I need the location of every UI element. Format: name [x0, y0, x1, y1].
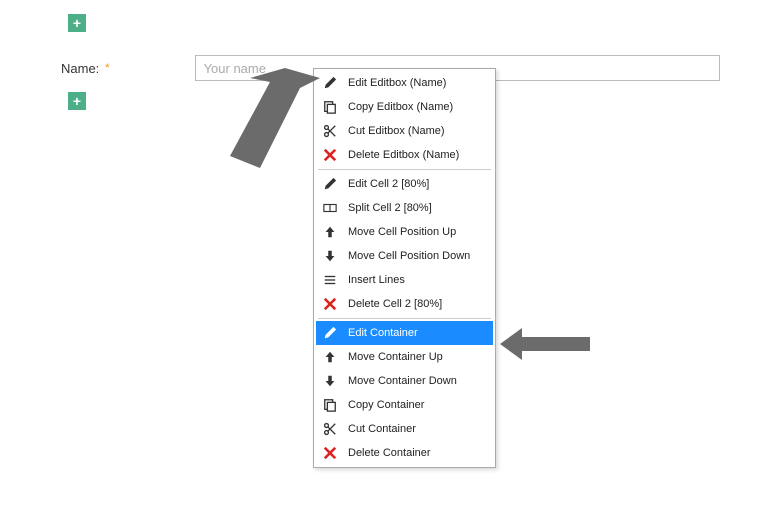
scissors-icon — [322, 421, 338, 437]
arrow-up-icon — [322, 224, 338, 240]
menu-item-label: Move Cell Position Down — [348, 250, 470, 262]
menu-item[interactable]: Edit Cell 2 [80%] — [316, 172, 493, 196]
menu-item-label: Split Cell 2 [80%] — [348, 202, 432, 214]
menu-item[interactable]: Move Cell Position Up — [316, 220, 493, 244]
name-label: Name: — [61, 61, 103, 76]
menu-item-label: Move Cell Position Up — [348, 226, 456, 238]
arrow-down-icon — [322, 248, 338, 264]
menu-item-label: Edit Editbox (Name) — [348, 77, 446, 89]
menu-item-label: Copy Container — [348, 399, 424, 411]
add-button[interactable]: + — [68, 92, 86, 110]
menu-item[interactable]: Delete Editbox (Name) — [316, 143, 493, 167]
copy-icon — [322, 397, 338, 413]
menu-item[interactable]: Edit Editbox (Name) — [316, 71, 493, 95]
delete-icon — [322, 147, 338, 163]
menu-item[interactable]: Move Container Down — [316, 369, 493, 393]
menu-item[interactable]: Insert Lines — [316, 268, 493, 292]
split-icon — [322, 200, 338, 216]
required-indicator: * — [105, 62, 109, 74]
menu-item-label: Move Container Up — [348, 351, 443, 363]
annotation-arrow-icon — [210, 68, 320, 168]
menu-separator — [318, 318, 491, 319]
context-menu: Edit Editbox (Name) Copy Editbox (Name) Cu… — [313, 68, 496, 468]
pencil-icon — [322, 176, 338, 192]
menu-item-label: Delete Container — [348, 447, 431, 459]
menu-item-label: Cut Container — [348, 423, 416, 435]
menu-item[interactable]: Copy Container — [316, 393, 493, 417]
menu-item-label: Edit Cell 2 [80%] — [348, 178, 429, 190]
menu-item-label: Cut Editbox (Name) — [348, 125, 445, 137]
menu-item-label: Delete Editbox (Name) — [348, 149, 459, 161]
menu-item-label: Delete Cell 2 [80%] — [348, 298, 442, 310]
menu-item[interactable]: Move Cell Position Down — [316, 244, 493, 268]
menu-item-label: Insert Lines — [348, 274, 405, 286]
add-button[interactable]: + — [68, 14, 86, 32]
arrow-up-icon — [322, 349, 338, 365]
menu-item-label: Copy Editbox (Name) — [348, 101, 453, 113]
pencil-icon — [322, 325, 338, 341]
menu-item[interactable]: Edit Container — [316, 321, 493, 345]
menu-item-label: Edit Container — [348, 327, 418, 339]
menu-item[interactable]: Delete Cell 2 [80%] — [316, 292, 493, 316]
menu-item[interactable]: Split Cell 2 [80%] — [316, 196, 493, 220]
scissors-icon — [322, 123, 338, 139]
delete-icon — [322, 445, 338, 461]
pencil-icon — [322, 75, 338, 91]
menu-item-label: Move Container Down — [348, 375, 457, 387]
annotation-arrow-icon — [500, 324, 590, 364]
menu-item[interactable]: Cut Container — [316, 417, 493, 441]
menu-separator — [318, 169, 491, 170]
copy-icon — [322, 99, 338, 115]
menu-item[interactable]: Cut Editbox (Name) — [316, 119, 493, 143]
menu-item[interactable]: Move Container Up — [316, 345, 493, 369]
menu-item[interactable]: Delete Container — [316, 441, 493, 465]
menu-item[interactable]: Copy Editbox (Name) — [316, 95, 493, 119]
lines-icon — [322, 272, 338, 288]
arrow-down-icon — [322, 373, 338, 389]
delete-icon — [322, 296, 338, 312]
